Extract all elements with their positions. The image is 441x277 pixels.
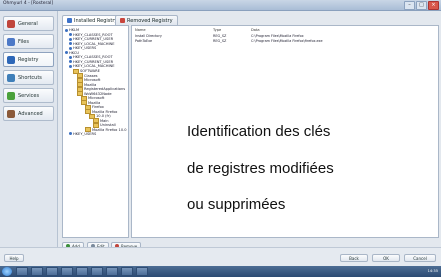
hive-icon [69, 55, 72, 59]
footer-bar: Help Back OK Cancel [0, 247, 441, 267]
window-title: Ohmyurl 4 - [Rosteral] [3, 1, 54, 6]
taskbar-clock[interactable]: 14:35 [428, 269, 438, 273]
tree-node[interactable]: HKEY_LOCAL_MACHINE [69, 42, 115, 46]
sidebar: General Files Registry Shortcuts Service… [0, 11, 58, 247]
computer-icon [65, 28, 68, 32]
tree-node[interactable]: HKCU [65, 51, 79, 55]
tools-icon [7, 109, 15, 118]
sidebar-item-advanced[interactable]: Advanced [3, 106, 54, 121]
value-name: Install Directory [135, 34, 162, 38]
home-icon [7, 19, 15, 28]
sidebar-item-label: Advanced [18, 110, 43, 117]
taskbar-app-icon[interactable] [76, 267, 88, 276]
sidebar-item-label: Shortcuts [18, 74, 42, 81]
taskbar: 14:35 [0, 266, 441, 277]
tab-label: Installed Registry [74, 17, 118, 24]
application-window: Ohmyurl 4 - [Rosteral] – □ × General Fil… [0, 0, 441, 267]
tree-node[interactable]: HKEY_LOCAL_MACHINE [69, 64, 115, 68]
hive-icon [69, 60, 72, 63]
title-bar: Ohmyurl 4 - [Rosteral] – □ × [0, 0, 441, 11]
value-data: C:\Program Files\Mozilla Firefox\firefox… [251, 38, 323, 43]
sidebar-item-label: Services [18, 92, 40, 99]
registry-tree[interactable]: HKLM HKEY_CLASSES_ROOT HKEY_CURRENT_USER… [62, 25, 129, 238]
taskbar-app-icon[interactable] [91, 267, 103, 276]
tree-node[interactable]: HKEY_CURRENT_USER [69, 60, 113, 64]
caption-line-2: de registres modifiées [187, 160, 334, 177]
value-type: REG_SZ [213, 38, 227, 43]
tree-node[interactable]: HKLM [65, 28, 79, 32]
tab-label: Removed Registry [127, 17, 173, 24]
tree-node[interactable]: HKEY_CLASSES_ROOT [69, 55, 113, 59]
sidebar-item-files[interactable]: Files [3, 34, 54, 49]
hive-icon [69, 46, 72, 50]
window-controls: – □ × [404, 1, 439, 10]
hive-icon [69, 64, 72, 68]
value-name: PathToExe [135, 38, 153, 43]
tab-removed-registry[interactable]: Removed Registry [115, 15, 178, 25]
taskbar-app-icon[interactable] [121, 267, 133, 276]
cancel-button[interactable]: Cancel [404, 254, 436, 262]
taskbar-app-icon[interactable] [31, 267, 43, 276]
back-button[interactable]: Back [340, 254, 368, 262]
start-button[interactable] [2, 267, 12, 276]
sidebar-item-services[interactable]: Services [3, 88, 54, 103]
sidebar-item-general[interactable]: General [3, 16, 54, 31]
sidebar-item-label: Registry [18, 56, 39, 63]
taskbar-app-icon[interactable] [61, 267, 73, 276]
hive-icon [69, 33, 72, 36]
taskbar-app-icon[interactable] [16, 267, 28, 276]
gear-icon [7, 91, 15, 100]
taskbar-app-icon[interactable] [136, 267, 148, 276]
shortcut-icon [7, 73, 15, 82]
column-header-data[interactable]: Data [251, 28, 260, 32]
taskbar-app-icon[interactable] [106, 267, 118, 276]
value-data: C:\Program Files\Mozilla Firefox [251, 34, 304, 38]
ok-button[interactable]: OK [372, 254, 400, 262]
column-header-type[interactable]: Type [213, 28, 221, 32]
close-button[interactable]: × [428, 1, 439, 10]
sidebar-item-registry[interactable]: Registry [3, 52, 54, 67]
hive-icon [69, 37, 72, 41]
tree-node[interactable]: HKEY_USERS [69, 46, 96, 50]
sidebar-item-shortcuts[interactable]: Shortcuts [3, 70, 54, 85]
registry-icon [67, 18, 72, 23]
tree-node[interactable]: HKEY_USERS [69, 132, 96, 136]
folder-icon [7, 37, 15, 46]
tree-node[interactable]: HKEY_CURRENT_USER [69, 37, 113, 41]
minimize-button[interactable]: – [404, 1, 415, 10]
registry-icon [7, 55, 15, 64]
help-button[interactable]: Help [4, 254, 24, 262]
maximize-button[interactable]: □ [416, 1, 427, 10]
hive-icon [69, 132, 72, 135]
hive-icon [69, 42, 72, 45]
registry-icon [120, 18, 125, 23]
tab-installed-registry[interactable]: Installed Registry [62, 15, 123, 25]
sidebar-item-label: General [18, 20, 38, 27]
computer-icon [65, 51, 68, 54]
caption-line-3: ou supprimées [187, 196, 286, 213]
tree-node[interactable]: HKEY_CLASSES_ROOT [69, 33, 113, 37]
sidebar-item-label: Files [18, 38, 29, 45]
caption-line-1: Identification des clés [187, 123, 331, 140]
taskbar-app-icon[interactable] [46, 267, 58, 276]
column-header-name[interactable]: Name [135, 28, 146, 32]
value-type: REG_SZ [213, 34, 227, 38]
